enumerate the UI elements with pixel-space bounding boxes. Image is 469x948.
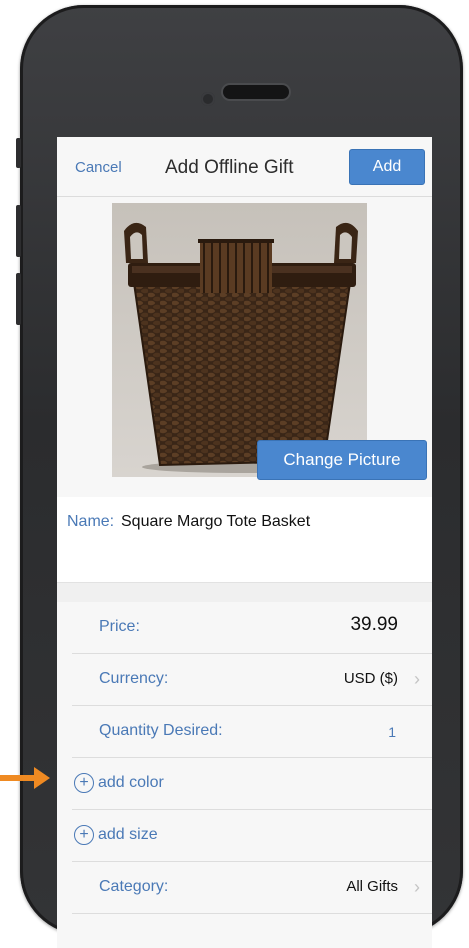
add-color-row[interactable]: + add color <box>57 758 432 810</box>
basket-image <box>112 203 367 477</box>
chevron-right-icon: › <box>414 669 420 689</box>
add-color-label: add color <box>98 774 164 791</box>
add-size-label: add size <box>98 826 158 843</box>
change-picture-button[interactable]: Change Picture <box>257 440 427 480</box>
quantity-label: Quantity Desired: <box>99 722 223 739</box>
chevron-right-icon: › <box>414 877 420 897</box>
currency-row[interactable]: Currency: USD ($) › <box>57 654 432 706</box>
page-title: Add Offline Gift <box>165 157 294 178</box>
category-value: All Gifts <box>346 878 398 895</box>
currency-value: USD ($) <box>343 670 398 687</box>
gift-details-list: Price: 39.99 Currency: USD ($) › Quantit… <box>57 602 432 948</box>
category-label: Category: <box>99 878 169 895</box>
name-value[interactable]: Square Margo Tote Basket <box>121 513 310 531</box>
volume-down-button <box>16 273 21 325</box>
arrow-right-icon <box>0 767 50 789</box>
name-row[interactable]: Name: Square Margo Tote Basket <box>57 497 432 582</box>
front-camera-icon <box>201 92 215 106</box>
silent-switch <box>16 138 21 168</box>
plus-circle-icon: + <box>74 773 94 793</box>
cancel-button[interactable]: Cancel <box>75 159 122 176</box>
section-divider <box>57 582 432 602</box>
currency-label: Currency: <box>99 670 169 687</box>
name-label: Name: <box>67 513 115 530</box>
photo-section: Change Picture <box>57 197 432 497</box>
price-value[interactable]: 39.99 <box>350 614 398 636</box>
quantity-row[interactable]: Quantity Desired: 1 <box>57 706 432 758</box>
gift-photo[interactable] <box>112 203 367 477</box>
quantity-value[interactable]: 1 <box>388 724 396 740</box>
add-size-row[interactable]: + add size <box>57 810 432 862</box>
price-row[interactable]: Price: 39.99 <box>57 602 432 654</box>
app-screen: Cancel Add Offline Gift Add Change Pictu… <box>57 137 432 948</box>
navigation-bar: Cancel Add Offline Gift Add <box>57 137 432 197</box>
price-label: Price: <box>99 618 140 635</box>
divider <box>72 913 432 914</box>
earpiece-speaker <box>223 85 289 99</box>
volume-up-button <box>16 205 21 257</box>
add-button[interactable]: Add <box>349 149 425 185</box>
category-row[interactable]: Category: All Gifts › <box>57 862 432 914</box>
plus-circle-icon: + <box>74 825 94 845</box>
